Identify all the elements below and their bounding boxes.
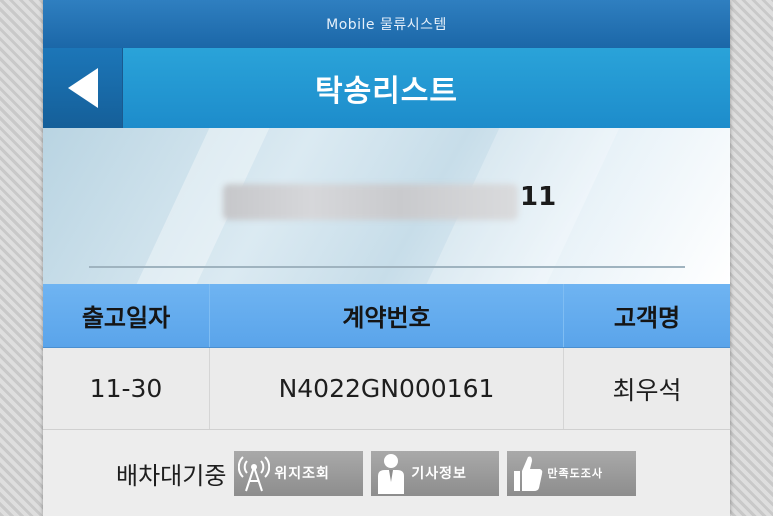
driver-info-label: 기사정보 [411,466,467,482]
cell-customer-name: 최우석 [612,375,682,405]
column-header-date: 출고일자 [43,284,210,347]
column-header-contract: 계약번호 [210,284,564,347]
thumbs-up-icon [507,451,547,496]
cell-date: 11-30 [43,348,210,429]
back-arrow-icon [67,68,98,108]
column-header-customer: 고객명 [613,304,681,332]
app-screen: Mobile 물류시스템 탁송리스트 11 출고일자 계약번호 고객명 11-3… [43,0,730,516]
dispatch-actions: 배차대기중 위지조회 기사정보 만족도조사 [43,430,730,516]
app-title: Mobile 물류시스템 [326,17,447,33]
title-bar: 탁송리스트 [43,48,730,128]
table-row[interactable]: 11-30 N4022GN000161 최우석 [43,348,730,430]
location-lookup-label: 위지조회 [274,466,330,482]
satisfaction-survey-button[interactable]: 만족도조사 [507,450,637,496]
dispatch-status: 배차대기중 [116,461,227,490]
cell-contract-number: N4022GN000161 [210,348,564,429]
back-button[interactable] [43,48,123,128]
location-lookup-button[interactable]: 위지조회 [234,450,364,496]
vehicle-number-suffix: 11 [520,182,557,212]
app-status-bar: Mobile 물류시스템 [43,0,730,48]
table-header: 출고일자 계약번호 고객명 [43,284,730,348]
driver-info-button[interactable]: 기사정보 [371,450,500,496]
banner-divider [89,266,685,268]
page-title: 탁송리스트 [315,74,458,109]
banner: 11 [43,128,730,284]
masked-vehicle-number [223,184,518,220]
driver-person-icon [371,451,411,496]
satisfaction-survey-label: 만족도조사 [547,467,604,480]
signal-tower-icon [234,451,274,496]
